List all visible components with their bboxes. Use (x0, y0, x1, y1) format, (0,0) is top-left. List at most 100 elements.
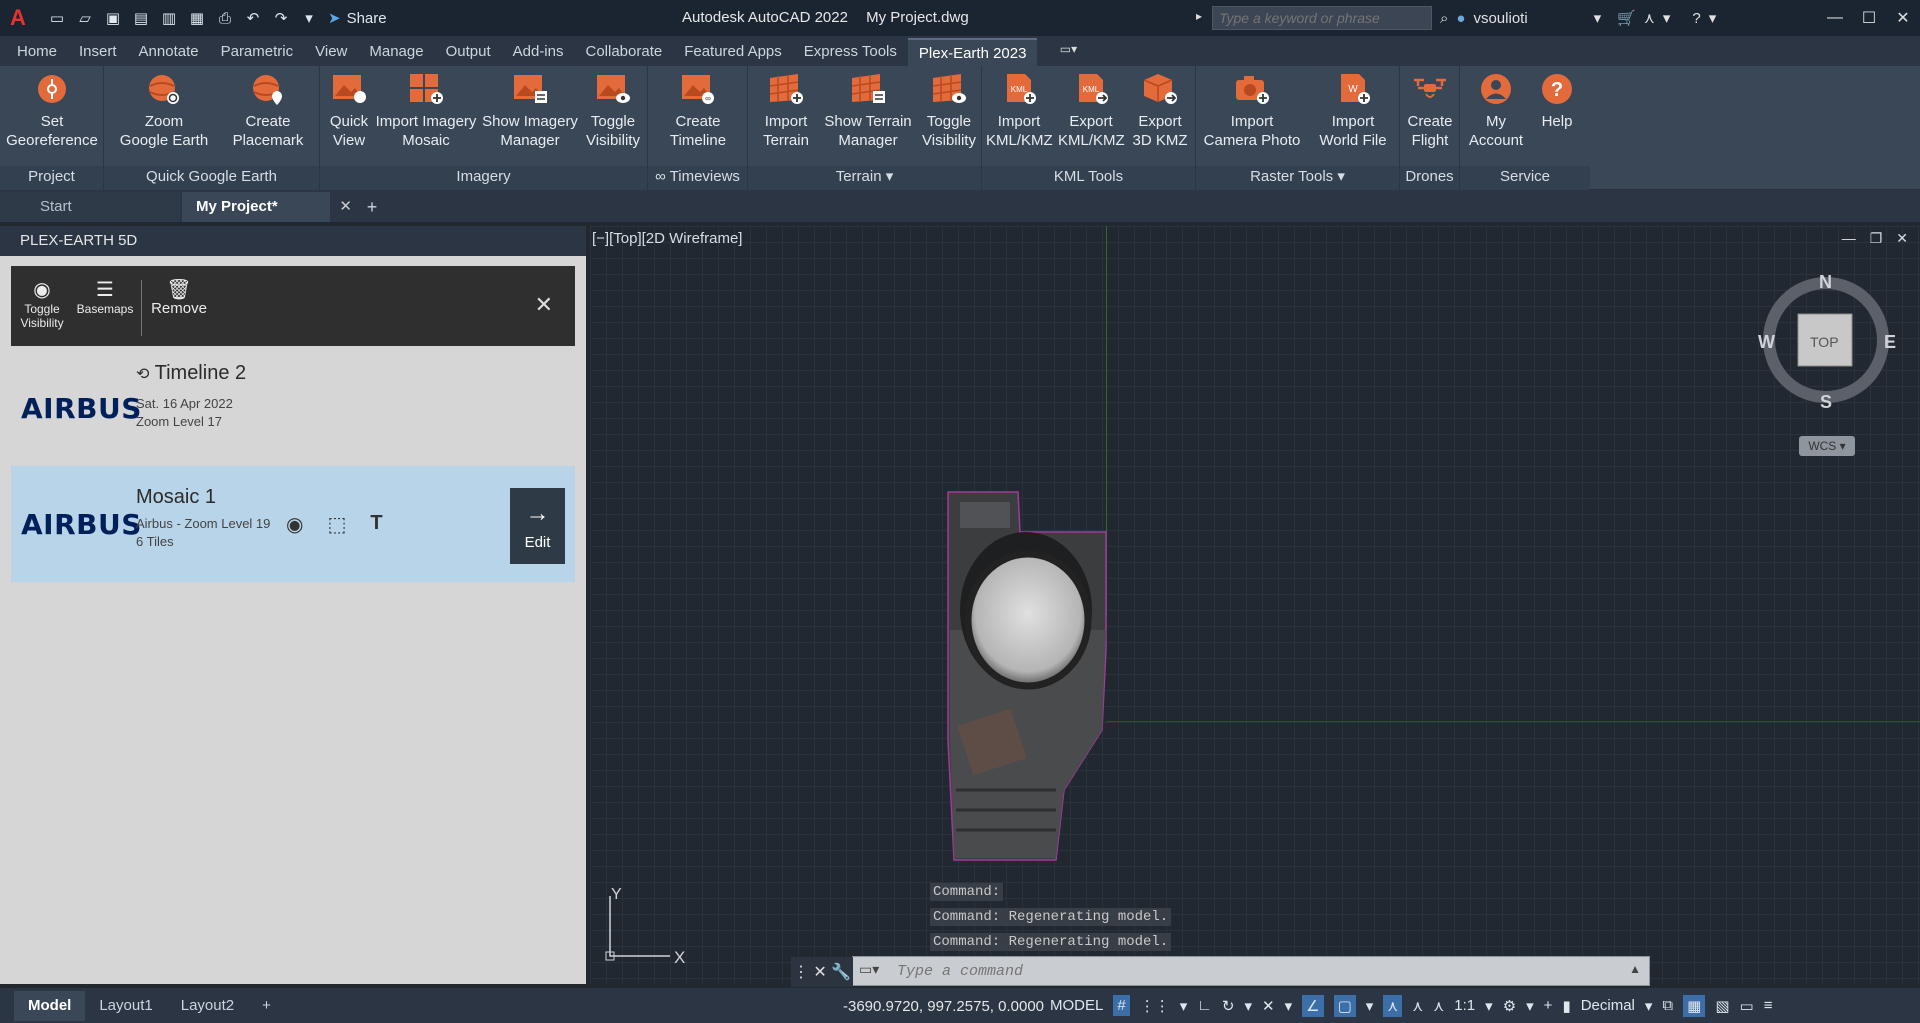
minimize-icon[interactable]: — (1818, 9, 1852, 27)
toggle-visibility-terrain-button[interactable]: Toggle Visibility (918, 72, 980, 150)
open-file-icon[interactable]: ▱ (74, 7, 96, 29)
units-icon[interactable]: ▮ (1562, 997, 1570, 1015)
annotation-visibility-icon[interactable]: ⋏ (1383, 994, 1403, 1017)
clean-screen-icon[interactable]: ▭ (1740, 997, 1754, 1015)
show-terrain-manager-button[interactable]: Show Terrain Manager (820, 72, 916, 150)
grip-icon[interactable]: ⋮ (793, 962, 809, 982)
close-toolbar-icon[interactable]: ✕ (535, 292, 553, 318)
tab-collaborate[interactable]: Collaborate (574, 38, 673, 66)
ribbon-display-toggle-icon[interactable]: ▭▾ (1051, 42, 1085, 62)
text-icon[interactable]: T (370, 512, 382, 537)
annotation-scale-icon[interactable]: ⋏ (1433, 997, 1444, 1015)
list-item-mosaic[interactable]: AIRBUS Mosaic 1 Airbus - Zoom Level 19 6… (11, 466, 575, 582)
close-tab-icon[interactable]: ✕ (339, 192, 352, 222)
user-dropdown-icon[interactable]: ▾ (1594, 9, 1602, 27)
tab-add-ins[interactable]: Add-ins (502, 38, 575, 66)
autocad-logo-icon[interactable]: A (0, 0, 36, 36)
import-imagery-mosaic-button[interactable]: Import Imagery Mosaic (372, 72, 480, 150)
tab-plex-earth[interactable]: Plex-Earth 2023 (907, 38, 1038, 66)
polar-dropdown-icon[interactable]: ▾ (1244, 997, 1252, 1015)
object-snap-icon[interactable]: ▢ (1333, 994, 1356, 1017)
tab-insert[interactable]: Insert (68, 38, 128, 66)
undo-icon[interactable]: ↶ (242, 7, 264, 29)
help-circle-icon[interactable]: ? (1692, 10, 1700, 27)
set-georeference-button[interactable]: Set Georeference (6, 72, 98, 150)
tab-express-tools[interactable]: Express Tools (793, 38, 908, 66)
viewcube[interactable] (1760, 274, 1900, 444)
model-space-toggle[interactable]: MODEL (1050, 997, 1103, 1014)
plot-to-icon[interactable]: ▥ (158, 7, 180, 29)
import-camera-photo-button[interactable]: Import Camera Photo (1202, 72, 1302, 150)
grid-icon[interactable]: # (1113, 995, 1130, 1016)
cart-icon[interactable]: 🛒 (1617, 9, 1636, 27)
help-dropdown-icon[interactable]: ▾ (1709, 9, 1717, 27)
export-kml-button[interactable]: KML Export KML/KMZ (1058, 72, 1125, 150)
new-file-icon[interactable]: ▭ (46, 7, 68, 29)
redo-icon[interactable]: ↷ (270, 7, 292, 29)
create-timeline-button[interactable]: ∞ Create Timeline (658, 72, 738, 150)
remove-tool[interactable]: 🗑 Remove (149, 278, 209, 316)
share-button[interactable]: ➤ Share (328, 9, 387, 28)
satellite-imagery[interactable] (946, 490, 1108, 862)
autodesk-icon[interactable]: ⋏ (1644, 9, 1655, 27)
ortho-icon[interactable]: ∟ (1197, 997, 1212, 1014)
search-expand-icon[interactable]: ▸ (1196, 9, 1202, 23)
new-tab-icon[interactable]: + (358, 192, 386, 222)
qat-dropdown-icon[interactable]: ▾ (298, 7, 320, 29)
coordinate-readout[interactable]: -3690.9720, 997.2575, 0.0000 (843, 998, 1044, 1015)
isolate-objects-icon[interactable]: ▦ (1683, 994, 1706, 1017)
customize-wrench-icon[interactable]: 🔧 (831, 962, 851, 982)
command-input[interactable] (897, 963, 1547, 980)
toggle-visibility-imagery-button[interactable]: Toggle Visibility (582, 72, 644, 150)
basemaps-tool[interactable]: ☰ Basemaps (73, 278, 137, 316)
tab-my-project[interactable]: My Project* ✕ (182, 192, 352, 222)
raster-tools-dropdown-icon[interactable]: ▾ (1337, 168, 1345, 185)
snap-dropdown-icon[interactable]: ▾ (1180, 997, 1188, 1015)
customization-menu-icon[interactable]: ≡ (1764, 997, 1773, 1014)
save-as-icon[interactable]: ▤ (130, 7, 152, 29)
import-world-file-button[interactable]: W Import World File (1310, 72, 1396, 150)
export-icon[interactable]: ▦ (186, 7, 208, 29)
palette-title[interactable]: PLEX-EARTH 5D (0, 226, 586, 256)
wcs-menu[interactable]: WCS ▾ (1799, 436, 1855, 456)
export-3d-kmz-button[interactable]: Export 3D KMZ (1128, 72, 1192, 150)
tab-output[interactable]: Output (435, 38, 502, 66)
import-terrain-button[interactable]: Import Terrain (756, 72, 816, 150)
compass-south[interactable]: S (1820, 392, 1832, 413)
polar-icon[interactable]: ↻ (1222, 997, 1235, 1015)
toggle-visibility-tool[interactable]: ◉ Toggle Visibility (19, 278, 65, 330)
zoom-google-earth-button[interactable]: Zoom Google Earth (116, 72, 212, 150)
maximize-icon[interactable]: ☐ (1852, 8, 1886, 28)
create-placemark-button[interactable]: Create Placemark (222, 72, 314, 150)
isodraft-icon[interactable]: ✕ (1262, 997, 1275, 1015)
compass-north[interactable]: N (1819, 272, 1832, 293)
isodraft-dropdown-icon[interactable]: ▾ (1285, 997, 1293, 1015)
units-dropdown-icon[interactable]: ▾ (1645, 997, 1653, 1015)
print-icon[interactable]: ⎙ (214, 7, 236, 29)
annotation-scale-value[interactable]: 1:1 (1454, 997, 1475, 1014)
hardware-acceleration-icon[interactable]: ▧ (1715, 997, 1729, 1015)
viewport-controls-label[interactable]: [−][Top][2D Wireframe] (592, 230, 742, 247)
help-button[interactable]: ? Help (1532, 72, 1582, 131)
object-snap-dropdown-icon[interactable]: ▾ (1366, 997, 1374, 1015)
create-flight-button[interactable]: Create Flight (1402, 72, 1458, 150)
tab-parametric[interactable]: Parametric (210, 38, 305, 66)
compass-west[interactable]: W (1758, 332, 1775, 353)
quick-view-button[interactable]: Quick View (324, 72, 374, 150)
snap-icon[interactable]: ⋮⋮ (1140, 997, 1170, 1015)
tab-view[interactable]: View (304, 38, 358, 66)
group-label-raster-tools[interactable]: Raster Tools ▾ (1196, 166, 1399, 190)
my-account-button[interactable]: My Account (1466, 72, 1526, 150)
autoscale-icon[interactable]: ⋏ (1412, 997, 1423, 1015)
terrain-dropdown-icon[interactable]: ▾ (886, 168, 894, 185)
tab-start[interactable]: Start (0, 192, 180, 222)
tab-home[interactable]: Home (6, 38, 68, 66)
units-value[interactable]: Decimal (1581, 997, 1635, 1014)
command-prompt-icon[interactable]: ▭▾ (859, 961, 879, 978)
list-item-timeline[interactable]: AIRBUS ⟲ Timeline 2 Sat. 16 Apr 2022 Zoo… (11, 350, 575, 466)
workspace-gear-icon[interactable]: ⚙ (1503, 997, 1516, 1015)
tab-manage[interactable]: Manage (358, 38, 434, 66)
search-icon[interactable]: ⌕ (1440, 10, 1448, 27)
tab-layout2[interactable]: Layout2 (167, 991, 248, 1021)
user-icon[interactable]: ● (1456, 10, 1465, 27)
